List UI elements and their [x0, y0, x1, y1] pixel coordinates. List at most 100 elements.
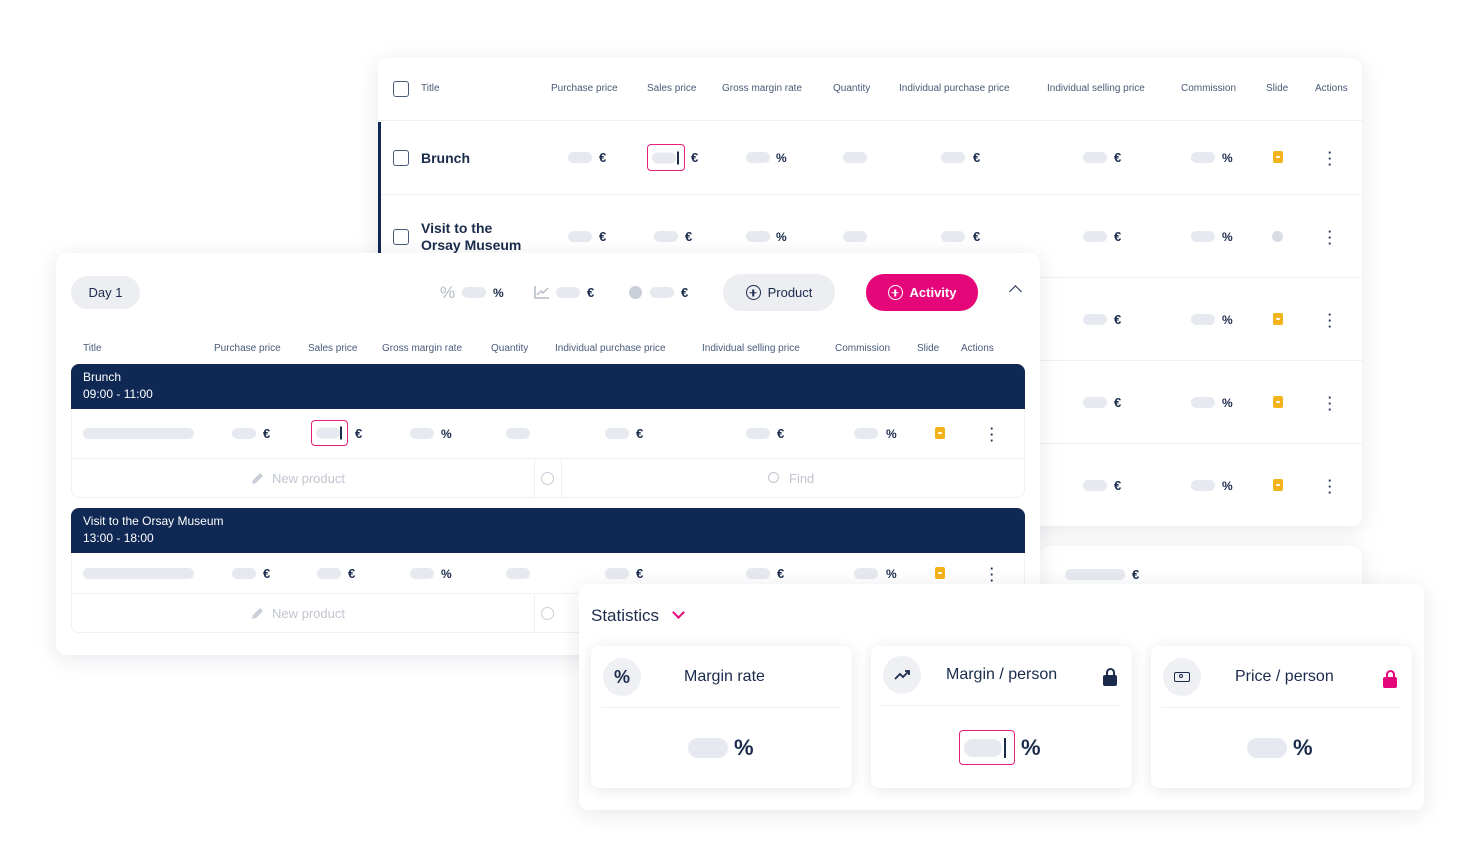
price-person-value[interactable]	[1247, 738, 1287, 758]
purchase-price-field[interactable]	[232, 428, 256, 439]
quantity-field[interactable]	[843, 152, 867, 163]
stat-label: Margin rate	[684, 668, 765, 685]
purchase-price-field[interactable]	[568, 231, 592, 242]
commission-field[interactable]	[1191, 314, 1215, 325]
margin-rate-field[interactable]	[410, 568, 434, 579]
purchase-price-field[interactable]	[568, 152, 592, 163]
stat-card-margin-rate: % Margin rate %	[591, 646, 852, 788]
individual-selling-field[interactable]	[746, 428, 770, 439]
more-actions-icon[interactable]: · · ·	[1327, 146, 1333, 171]
more-actions-icon[interactable]: · · ·	[1327, 474, 1333, 499]
individual-selling-field[interactable]	[1083, 314, 1107, 325]
commission-field[interactable]	[1191, 480, 1215, 491]
group-time: 09:00 - 11:00	[83, 387, 153, 401]
individual-purchase-field[interactable]	[941, 152, 965, 163]
summary-margin-field[interactable]	[462, 287, 486, 298]
col-commission: Commission	[835, 343, 891, 354]
commission-field[interactable]	[854, 568, 878, 579]
col-individual-selling-price: Individual selling price	[702, 343, 800, 354]
slide-icon[interactable]	[935, 427, 945, 439]
col-purchase-price: Purchase price	[214, 343, 281, 354]
product-name-field[interactable]	[83, 428, 194, 439]
quantity-field[interactable]	[506, 428, 530, 439]
more-actions-icon[interactable]: · · ·	[1327, 308, 1333, 333]
row-title-orsay-line1: Visit to the	[421, 220, 493, 236]
add-activity-button[interactable]: Activity	[866, 274, 978, 311]
more-actions-icon[interactable]: · · ·	[989, 422, 995, 447]
banknote-icon	[1163, 658, 1201, 696]
individual-selling-field[interactable]	[1083, 397, 1107, 408]
group-header-orsay[interactable]: Visit to the Orsay Museum 13:00 - 18:00	[71, 508, 1025, 553]
summary-price-person-field[interactable]	[650, 287, 674, 298]
trend-up-icon	[883, 656, 921, 694]
add-circle-icon[interactable]	[541, 607, 554, 620]
new-product-input[interactable]: New product	[272, 471, 345, 486]
margin-rate-field[interactable]	[746, 231, 770, 242]
col-slide: Slide	[1266, 83, 1289, 94]
more-actions-icon[interactable]: · · ·	[1327, 225, 1333, 250]
sales-price-field[interactable]	[654, 231, 678, 242]
purchase-price-field[interactable]	[232, 568, 256, 579]
stat-card-price-person: Price / person %	[1151, 646, 1412, 788]
collapse-chevron-icon[interactable]	[1009, 285, 1022, 298]
statistics-title[interactable]: Statistics	[591, 606, 659, 626]
slide-empty-icon[interactable]	[1272, 231, 1283, 242]
group-time: 13:00 - 18:00	[83, 531, 154, 545]
day-chip[interactable]: Day 1	[71, 276, 140, 309]
margin-rate-field[interactable]	[410, 428, 434, 439]
col-actions: Actions	[961, 343, 994, 354]
sales-price-input-active[interactable]	[647, 144, 685, 171]
add-product-button[interactable]: Product	[723, 274, 835, 311]
col-title: Title	[83, 343, 102, 354]
slide-icon[interactable]	[1273, 396, 1283, 408]
individual-selling-field[interactable]	[1083, 480, 1107, 491]
col-individual-purchase-price: Individual purchase price	[555, 343, 666, 354]
lock-icon[interactable]	[1383, 670, 1397, 688]
commission-field[interactable]	[854, 428, 878, 439]
chevron-down-icon[interactable]	[672, 606, 685, 619]
margin-person-input-active[interactable]	[959, 730, 1015, 765]
unlock-icon[interactable]	[1103, 668, 1117, 686]
quantity-field[interactable]	[843, 231, 867, 242]
margin-rate-field[interactable]	[746, 152, 770, 163]
col-actions: Actions	[1315, 83, 1348, 94]
summary-margin-person-field[interactable]	[556, 287, 580, 298]
more-actions-icon[interactable]: · · ·	[1327, 391, 1333, 416]
percent-icon: %	[440, 283, 456, 302]
individual-purchase-field[interactable]	[941, 231, 965, 242]
col-sales-price: Sales price	[308, 343, 358, 354]
select-all-checkbox[interactable]	[393, 81, 409, 97]
percent-icon: %	[603, 658, 641, 696]
row-checkbox-brunch[interactable]	[393, 150, 409, 166]
commission-field[interactable]	[1191, 397, 1215, 408]
total-field[interactable]	[1065, 569, 1125, 580]
new-product-input[interactable]: New product	[272, 606, 345, 621]
row-checkbox-orsay[interactable]	[393, 229, 409, 245]
individual-selling-field[interactable]	[746, 568, 770, 579]
add-circle-icon[interactable]	[541, 472, 554, 485]
slide-icon[interactable]	[1273, 151, 1283, 163]
col-quantity: Quantity	[833, 83, 871, 94]
slide-icon[interactable]	[935, 567, 945, 579]
quantity-field[interactable]	[506, 568, 530, 579]
group-header-brunch[interactable]: Brunch 09:00 - 11:00	[71, 364, 1025, 409]
individual-selling-field[interactable]	[1083, 152, 1107, 163]
col-sales-price: Sales price	[647, 83, 697, 94]
group-name: Visit to the Orsay Museum	[83, 514, 224, 528]
commission-field[interactable]	[1191, 231, 1215, 242]
product-name-field[interactable]	[83, 568, 194, 579]
individual-purchase-field[interactable]	[605, 568, 629, 579]
slide-icon[interactable]	[1273, 479, 1283, 491]
more-actions-icon[interactable]: · · ·	[989, 562, 995, 587]
sales-price-input-active[interactable]	[311, 420, 348, 446]
search-icon	[768, 472, 779, 483]
margin-rate-value[interactable]	[688, 738, 728, 758]
individual-selling-field[interactable]	[1083, 231, 1107, 242]
find-input[interactable]: Find	[789, 471, 814, 486]
slide-icon[interactable]	[1273, 313, 1283, 325]
sales-price-field[interactable]	[317, 568, 341, 579]
col-individual-purchase-price: Individual purchase price	[899, 83, 1010, 94]
individual-purchase-field[interactable]	[605, 428, 629, 439]
commission-field[interactable]	[1191, 152, 1215, 163]
selected-row-indicator	[378, 122, 381, 254]
